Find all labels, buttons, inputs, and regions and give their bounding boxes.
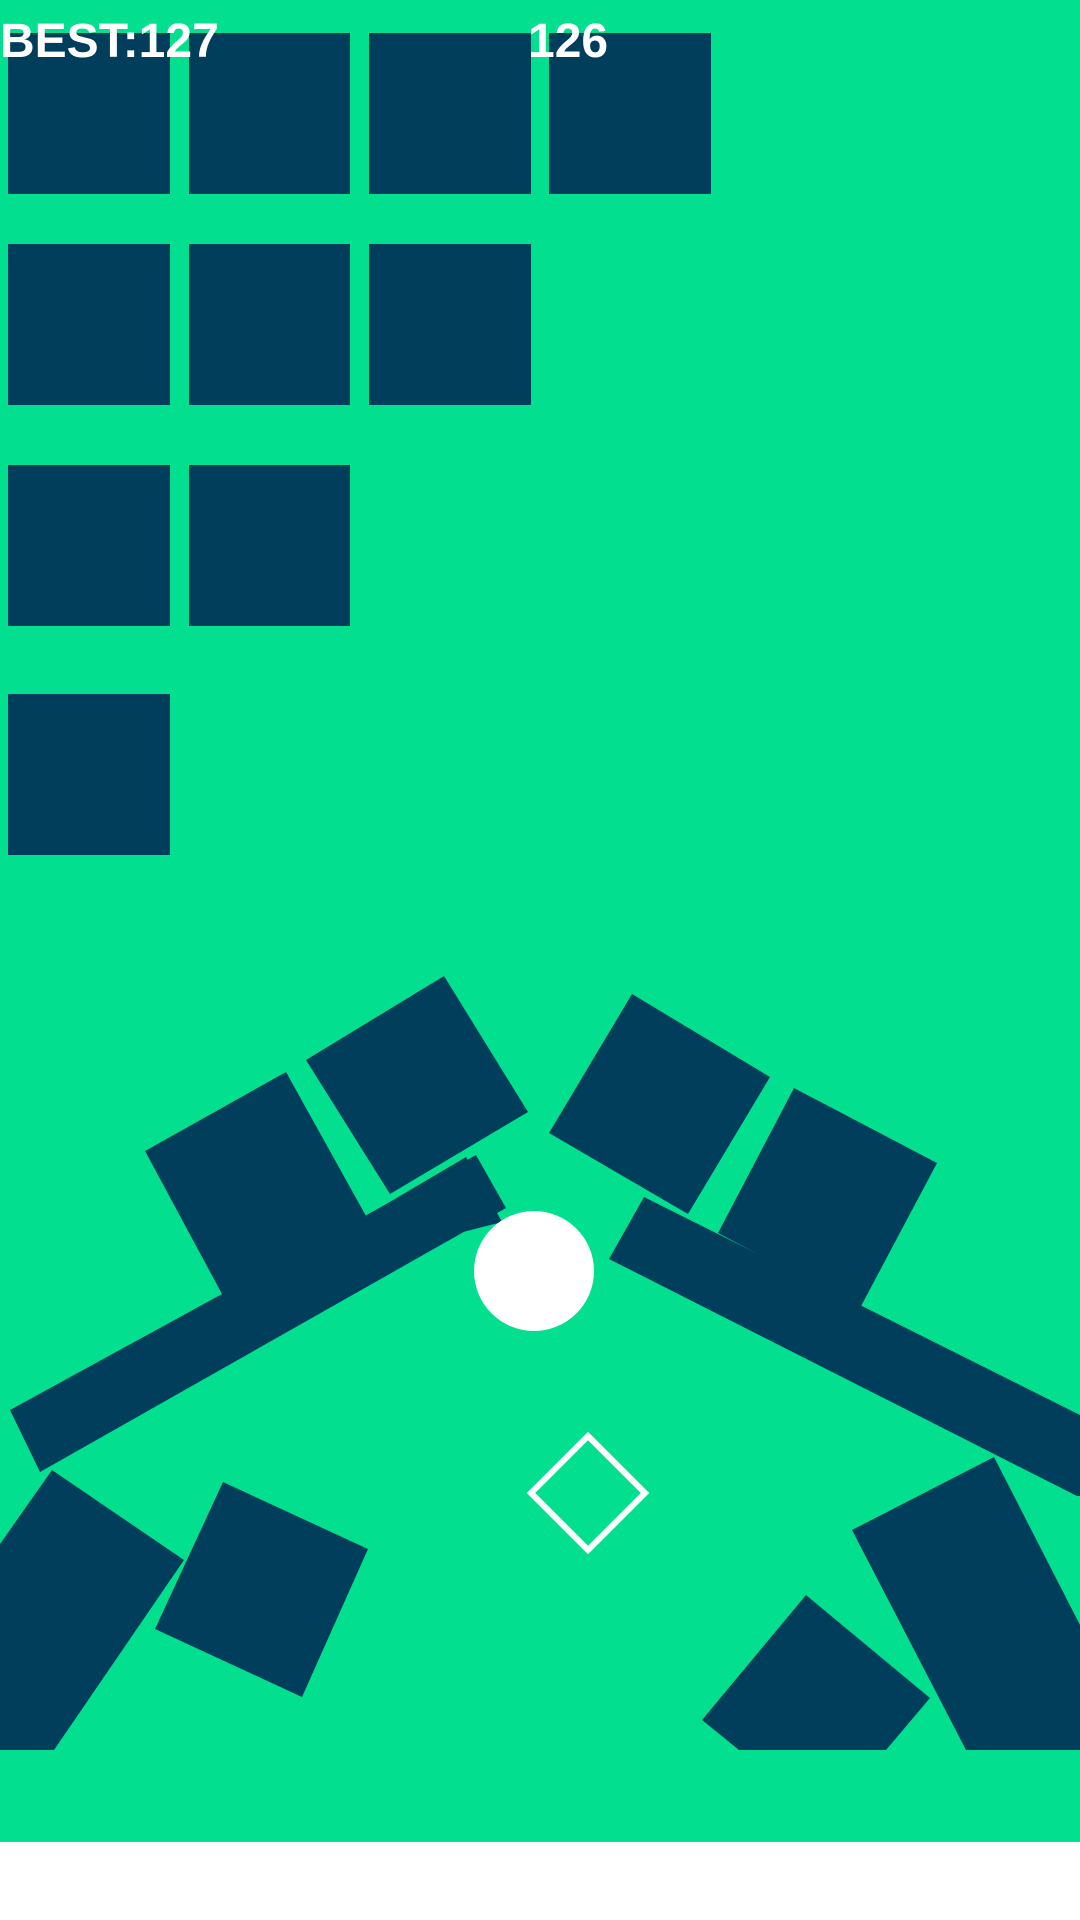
grid-block: [189, 465, 350, 626]
player-ball[interactable]: [474, 1211, 594, 1331]
grid-block: [369, 33, 531, 194]
current-score: 126: [528, 15, 609, 68]
grid-block: [8, 465, 170, 626]
grid-block: [369, 244, 531, 405]
grid-block: [8, 694, 170, 855]
best-score-label: BEST:127: [0, 15, 219, 68]
grid-block: [8, 244, 170, 405]
playfield[interactable]: [0, 0, 1080, 1920]
game-board[interactable]: BEST:127 126: [0, 0, 1080, 1920]
grid-block: [189, 244, 350, 405]
